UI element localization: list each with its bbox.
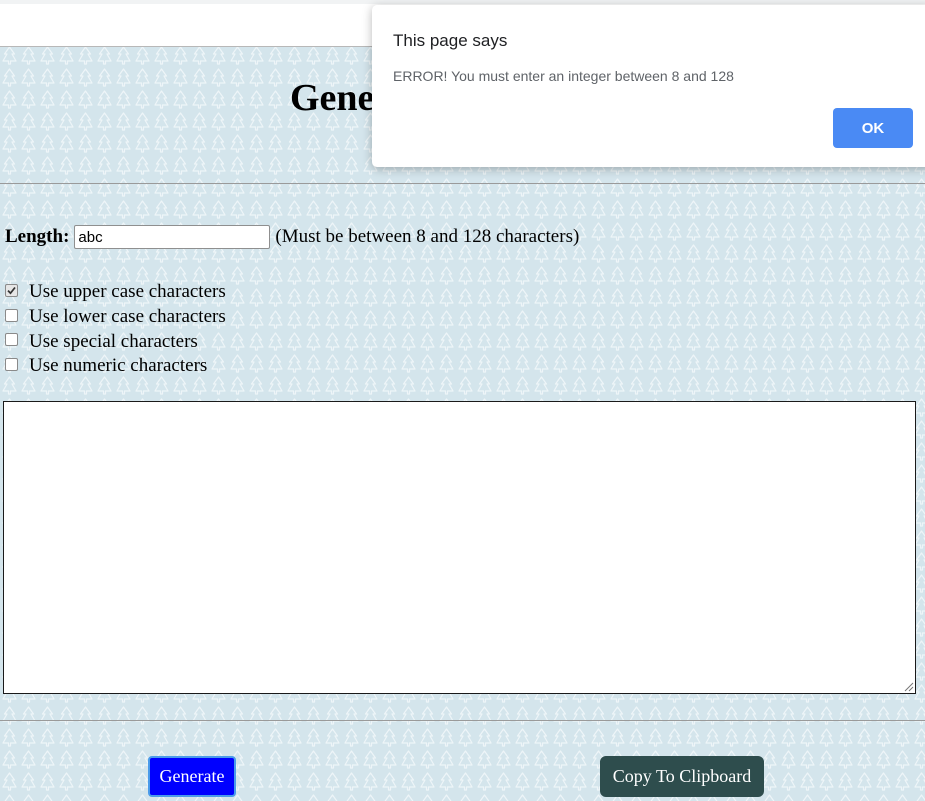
special-checkbox[interactable]	[5, 333, 18, 347]
dialog-message: ERROR! You must enter an integer between…	[393, 68, 734, 84]
resize-grip-icon[interactable]	[902, 680, 914, 692]
dialog-ok-button[interactable]: OK	[833, 108, 913, 148]
option-uppercase[interactable]: Use upper case characters	[5, 280, 226, 305]
option-special[interactable]: Use special characters	[5, 329, 226, 354]
dialog-title: This page says	[393, 31, 508, 50]
option-numeric[interactable]: Use numeric characters	[5, 354, 226, 379]
bottom-divider	[0, 720, 925, 721]
top-divider	[0, 183, 925, 184]
checkmark-icon	[7, 286, 16, 295]
special-label: Use special characters	[29, 330, 198, 352]
uppercase-label: Use upper case characters	[29, 281, 226, 303]
length-input[interactable]	[74, 225, 271, 249]
option-lowercase[interactable]: Use lower case characters	[5, 305, 226, 330]
uppercase-checkbox[interactable]	[5, 283, 18, 297]
lowercase-checkbox[interactable]	[5, 308, 18, 322]
generate-button[interactable]: Generate	[148, 756, 236, 797]
copy-to-clipboard-button[interactable]: Copy To Clipboard	[600, 756, 764, 797]
length-hint: (Must be between 8 and 128 characters)	[275, 226, 580, 247]
length-label: Length:	[5, 226, 70, 247]
password-output[interactable]	[3, 401, 916, 694]
page-title: Gene	[290, 77, 375, 119]
lowercase-label: Use lower case characters	[29, 306, 226, 328]
alert-dialog: This page says ERROR! You must enter an …	[372, 5, 925, 167]
numeric-checkbox[interactable]	[5, 357, 18, 371]
numeric-label: Use numeric characters	[29, 355, 208, 377]
length-row: Length: (Must be between 8 and 128 chara…	[5, 222, 579, 252]
character-options: Use upper case characters Use lower case…	[5, 280, 226, 379]
